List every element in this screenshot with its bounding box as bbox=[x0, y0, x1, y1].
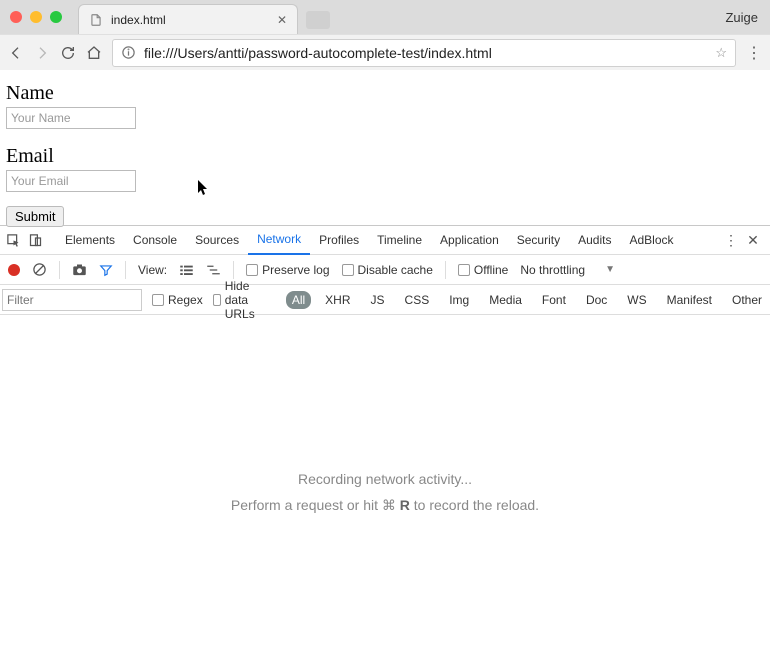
browser-tab[interactable]: index.html ✕ bbox=[78, 4, 298, 34]
preserve-log-checkbox[interactable]: Preserve log bbox=[246, 263, 329, 277]
devtools-tab-network[interactable]: Network bbox=[248, 226, 310, 255]
view-label: View: bbox=[138, 263, 167, 277]
empty-line1: Recording network activity... bbox=[298, 471, 472, 487]
name-label: Name bbox=[6, 82, 764, 105]
inspect-element-icon[interactable] bbox=[6, 233, 28, 248]
tab-strip: index.html ✕ Zuige bbox=[0, 0, 770, 34]
devtools-tab-profiles[interactable]: Profiles bbox=[310, 226, 368, 255]
cmd-key-icon: ⌘ bbox=[382, 497, 396, 514]
bookmark-star-icon[interactable]: ☆ bbox=[715, 45, 727, 61]
waterfall-icon[interactable] bbox=[206, 264, 221, 276]
network-toolbar: View: Preserve log Disable cache Offline… bbox=[0, 255, 770, 285]
offline-checkbox[interactable]: Offline bbox=[458, 263, 508, 277]
devtools-tab-audits[interactable]: Audits bbox=[569, 226, 620, 255]
devtools-tab-console[interactable]: Console bbox=[124, 226, 186, 255]
hide-data-urls-checkbox[interactable]: Hide data URLs bbox=[213, 279, 276, 321]
browser-menu-button[interactable]: ⋮ bbox=[746, 43, 762, 63]
separator bbox=[445, 261, 446, 279]
record-button[interactable] bbox=[8, 264, 20, 276]
devtools-tab-security[interactable]: Security bbox=[508, 226, 569, 255]
dropdown-icon[interactable]: ▼ bbox=[605, 264, 615, 275]
regex-checkbox[interactable]: Regex bbox=[152, 293, 203, 307]
maximize-window-button[interactable] bbox=[50, 11, 62, 23]
filter-pill-xhr[interactable]: XHR bbox=[319, 291, 356, 309]
throttling-select[interactable]: No throttling bbox=[520, 263, 585, 277]
browser-chrome: index.html ✕ Zuige file:///Users/antti/p… bbox=[0, 0, 770, 70]
separator bbox=[59, 261, 60, 279]
disable-cache-checkbox[interactable]: Disable cache bbox=[342, 263, 433, 277]
profile-name[interactable]: Zuige bbox=[725, 0, 758, 34]
filter-pill-css[interactable]: CSS bbox=[399, 291, 436, 309]
filter-pill-all[interactable]: All bbox=[286, 291, 311, 309]
separator bbox=[233, 261, 234, 279]
devtools-tab-elements[interactable]: Elements bbox=[56, 226, 124, 255]
minimize-window-button[interactable] bbox=[30, 11, 42, 23]
filter-pill-other[interactable]: Other bbox=[726, 291, 768, 309]
filter-pill-img[interactable]: Img bbox=[443, 291, 475, 309]
devtools-menu-button[interactable]: ⋮ bbox=[720, 232, 742, 249]
devtools-tab-sources[interactable]: Sources bbox=[186, 226, 248, 255]
home-button[interactable] bbox=[86, 45, 102, 61]
window-controls[interactable] bbox=[0, 0, 62, 34]
clear-button[interactable] bbox=[32, 262, 47, 277]
filter-input[interactable] bbox=[2, 289, 142, 311]
tab-title: index.html bbox=[111, 13, 269, 27]
filter-pill-manifest[interactable]: Manifest bbox=[661, 291, 718, 309]
devtools-tabbar: ElementsConsoleSourcesNetworkProfilesTim… bbox=[0, 226, 770, 255]
tab-close-icon[interactable]: ✕ bbox=[277, 13, 287, 27]
email-input[interactable] bbox=[6, 170, 136, 192]
large-rows-icon[interactable] bbox=[179, 264, 194, 276]
devtools-tab-timeline[interactable]: Timeline bbox=[368, 226, 431, 255]
screenshot-icon[interactable] bbox=[72, 263, 87, 276]
devtools-tabs: ElementsConsoleSourcesNetworkProfilesTim… bbox=[56, 226, 683, 255]
devtools-close-button[interactable]: ✕ bbox=[742, 232, 764, 249]
filter-pill-media[interactable]: Media bbox=[483, 291, 528, 309]
filter-pill-ws[interactable]: WS bbox=[621, 291, 652, 309]
empty-line2: Perform a request or hit ⌘ R to record t… bbox=[231, 497, 539, 514]
info-icon[interactable] bbox=[121, 45, 136, 60]
filter-pill-doc[interactable]: Doc bbox=[580, 291, 613, 309]
email-label: Email bbox=[6, 145, 764, 168]
reload-button[interactable] bbox=[60, 45, 76, 61]
new-tab-button[interactable] bbox=[306, 11, 330, 29]
close-window-button[interactable] bbox=[10, 11, 22, 23]
device-toolbar-icon[interactable] bbox=[28, 233, 50, 248]
name-input[interactable] bbox=[6, 107, 136, 129]
devtools-tab-application[interactable]: Application bbox=[431, 226, 508, 255]
page-content: Name Email Submit bbox=[0, 70, 770, 225]
filter-pill-js[interactable]: JS bbox=[365, 291, 391, 309]
back-button[interactable] bbox=[8, 45, 24, 61]
filter-type-pills: All XHR JS CSS Img Media Font Doc WS Manifest Othe… bbox=[286, 291, 768, 309]
filter-icon[interactable] bbox=[99, 263, 113, 277]
forward-button[interactable] bbox=[34, 45, 50, 61]
network-empty-state: Recording network activity... Perform a … bbox=[0, 315, 770, 670]
submit-button[interactable]: Submit bbox=[6, 206, 64, 227]
devtools-panel: ElementsConsoleSourcesNetworkProfilesTim… bbox=[0, 225, 770, 670]
page-icon bbox=[89, 13, 103, 27]
url-text: file:///Users/antti/password-autocomplet… bbox=[144, 45, 707, 61]
browser-toolbar: file:///Users/antti/password-autocomplet… bbox=[0, 34, 770, 70]
address-bar[interactable]: file:///Users/antti/password-autocomplet… bbox=[112, 39, 736, 67]
filter-pill-font[interactable]: Font bbox=[536, 291, 572, 309]
devtools-tab-adblock[interactable]: AdBlock bbox=[620, 226, 682, 255]
separator bbox=[125, 261, 126, 279]
network-filter-bar: Regex Hide data URLs AllXHRJSCSSImgMedia… bbox=[0, 285, 770, 315]
